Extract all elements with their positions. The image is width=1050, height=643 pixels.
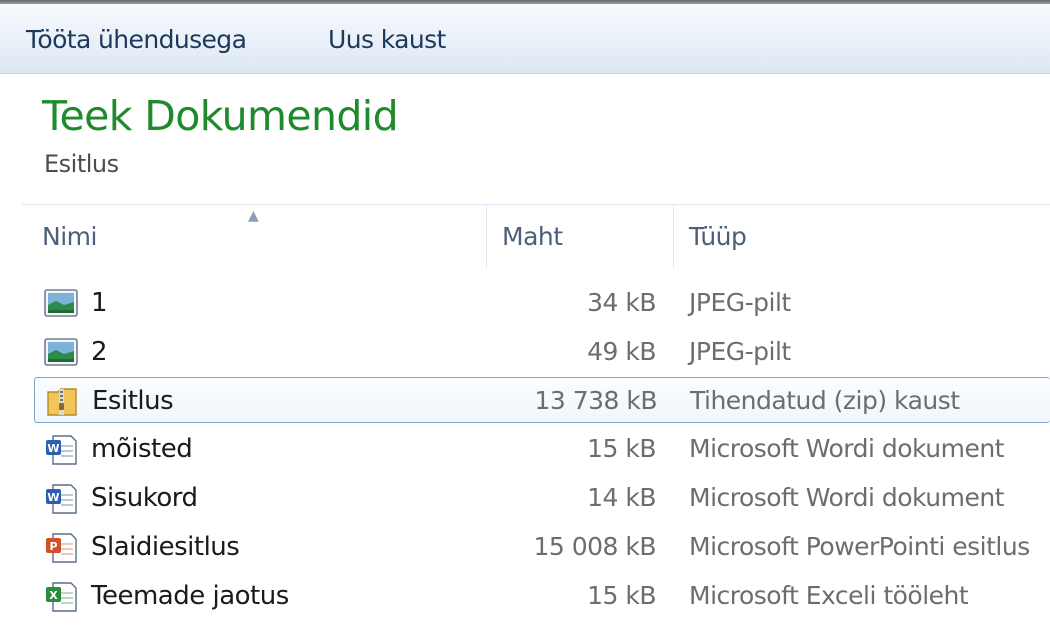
word-document-icon: W [44,434,78,465]
file-name: Slaidiesitlus [91,532,240,562]
file-type: Microsoft Exceli tööleht [689,581,969,610]
column-header-type-label: Tüüp [689,222,747,251]
file-row[interactable]: X Teemade jaotus 15 kB Microsoft Exceli … [34,573,1050,619]
jpeg-image-icon [44,337,78,367]
library-title: Teek Dokumendid [42,92,399,140]
svg-text:W: W [47,491,59,504]
file-name: mõisted [91,434,193,464]
word-document-icon: W [44,483,78,514]
column-header-size-label: Maht [502,222,563,251]
file-row[interactable]: P Slaidiesitlus 15 008 kB Microsoft Powe… [34,524,1050,570]
file-type: Microsoft PowerPointi esitlus [689,532,1030,561]
file-name: 1 [91,288,108,318]
file-type: Tihendatud (zip) kaust [690,386,960,415]
svg-text:W: W [47,442,59,455]
library-subtitle: Esitlus [44,150,119,178]
excel-worksheet-icon: X [44,581,78,612]
svg-text:X: X [49,589,58,602]
file-type: Microsoft Wordi dokument [689,483,1004,512]
file-name: Teemade jaotus [91,581,289,611]
file-name: Esitlus [92,386,174,416]
column-header-name[interactable]: ▲ Nimi [22,205,486,269]
file-row[interactable]: W Sisukord 14 kB Microsoft Wordi dokumen… [34,475,1050,521]
file-size: 34 kB [587,288,656,317]
file-size: 15 kB [587,581,656,610]
file-size: 15 kB [587,434,656,463]
file-row[interactable]: 2 49 kB JPEG-pilt [34,329,1050,375]
file-size: 14 kB [587,483,656,512]
command-bar: Tööta ühendusega Uus kaust [0,4,1050,74]
file-name: Sisukord [91,483,198,513]
column-header-size[interactable]: Maht [487,205,673,269]
file-size: 15 008 kB [533,532,656,561]
file-type: Microsoft Wordi dokument [689,434,1004,463]
file-size: 49 kB [587,337,656,366]
column-header-name-label: Nimi [42,222,97,251]
file-row[interactable]: W mõisted 15 kB Microsoft Wordi dokument [34,426,1050,472]
svg-text:P: P [49,540,57,553]
file-name: 2 [91,337,108,367]
column-header-type[interactable]: Tüüp [674,205,1050,269]
work-online-button[interactable]: Tööta ühendusega [22,22,250,58]
file-type: JPEG-pilt [689,288,791,317]
file-row-selected[interactable]: Esitlus 13 738 kB Tihendatud (zip) kaust [34,377,1050,423]
powerpoint-document-icon: P [44,532,78,563]
file-type: JPEG-pilt [689,337,791,366]
jpeg-image-icon [44,288,78,318]
file-size: 13 738 kB [534,386,657,415]
new-folder-button[interactable]: Uus kaust [324,22,450,58]
file-row[interactable]: 1 34 kB JPEG-pilt [34,280,1050,326]
sort-ascending-icon: ▲ [248,208,259,224]
column-header-row: ▲ Nimi Maht Tüüp [22,204,1050,269]
zip-folder-icon [45,386,79,416]
